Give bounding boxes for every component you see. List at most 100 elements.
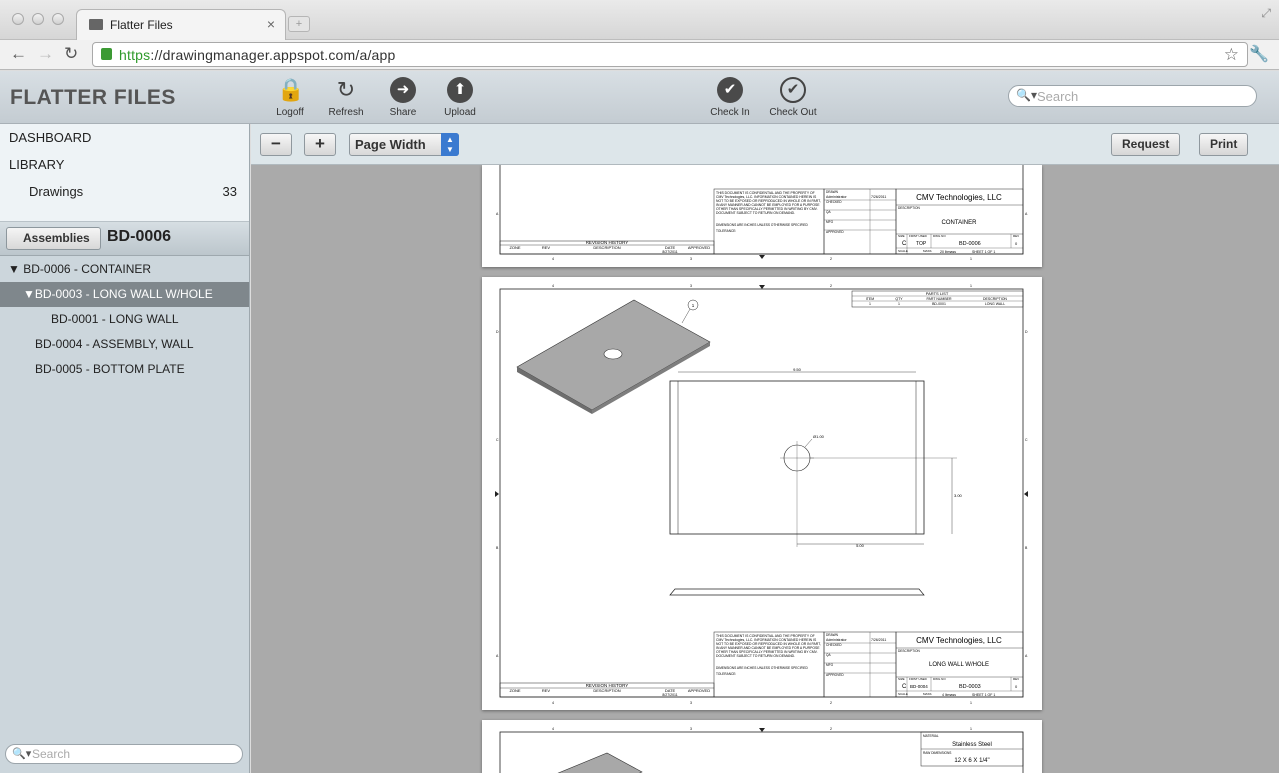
header-search-input[interactable]: 🔍▾ Search: [1008, 85, 1257, 107]
secure-lock-icon: [101, 48, 112, 60]
svg-text:DESCRIPTION: DESCRIPTION: [983, 297, 1007, 301]
svg-text:LONG WALL: LONG WALL: [985, 302, 1005, 306]
tree-node-selected[interactable]: ▼BD-0003 - LONG WALL W/HOLE: [0, 282, 249, 307]
sidebar-item-dashboard[interactable]: DASHBOARD: [9, 130, 91, 145]
svg-text:ZONE: ZONE: [509, 688, 520, 693]
tree-node[interactable]: ▼ BD-0006 - CONTAINER: [0, 257, 249, 282]
address-bar[interactable]: https://drawingmanager.appspot.com/a/app…: [92, 42, 1248, 67]
window-minimize-button[interactable]: [32, 13, 44, 25]
svg-text:QA: QA: [826, 210, 831, 214]
sidebar-item-drawings[interactable]: Drawings: [29, 184, 83, 199]
svg-text:1: 1: [970, 257, 972, 261]
svg-text:FIRST USED: FIRST USED: [909, 677, 928, 681]
svg-text:C: C: [902, 684, 907, 690]
logoff-button[interactable]: 🔒 Logoff: [260, 77, 320, 118]
drawing-viewer[interactable]: REVISION HISTORY ZONE REV DESCRIPTION DA…: [251, 165, 1279, 773]
svg-text:A: A: [1025, 212, 1028, 216]
sidebar-item-library[interactable]: LIBRARY: [9, 157, 64, 172]
zoom-mode-select[interactable]: Page Width ▲ ▼: [349, 133, 459, 156]
svg-text:DESCRIPTION: DESCRIPTION: [898, 206, 920, 210]
assemblies-back-button[interactable]: Assemblies: [6, 227, 101, 250]
svg-text:4: 4: [552, 701, 554, 705]
svg-text:0: 0: [1015, 241, 1018, 246]
new-tab-button[interactable]: +: [288, 16, 310, 32]
svg-text:QTY: QTY: [895, 297, 903, 301]
sidebar: DASHBOARD LIBRARY Drawings 33 Assemblies…: [0, 124, 250, 773]
zoom-in-button[interactable]: +: [304, 133, 336, 156]
svg-text:3: 3: [690, 727, 692, 731]
svg-text:1: 1: [970, 701, 972, 705]
tab-close-icon[interactable]: ×: [267, 16, 275, 32]
sheet-3-drawing: MATERIAL Stainless Steel RAW DIMENSIONS …: [499, 727, 1024, 773]
svg-text:CHECKED: CHECKED: [826, 643, 842, 647]
reload-icon[interactable]: ↻: [64, 44, 78, 64]
share-arrow-icon: ➜: [390, 77, 416, 103]
svg-text:DIMENSIONS ARE INCHES UNLESS O: DIMENSIONS ARE INCHES UNLESS OTHERWISE S…: [716, 666, 809, 670]
svg-text:2: 2: [830, 257, 832, 261]
share-button[interactable]: ➜ Share: [373, 77, 433, 118]
svg-text:4: 4: [552, 727, 554, 731]
svg-text:SIZE: SIZE: [898, 234, 905, 238]
forward-arrow-icon[interactable]: →: [37, 44, 54, 64]
svg-text:MATERIAL: MATERIAL: [923, 734, 939, 738]
svg-text:7/26/2011: 7/26/2011: [871, 195, 886, 199]
wrench-icon[interactable]: 🔧: [1249, 44, 1269, 64]
svg-text:Administrator: Administrator: [826, 638, 847, 642]
window-close-button[interactable]: [12, 13, 24, 25]
search-icon: 🔍▾: [12, 748, 32, 760]
fullscreen-icon[interactable]: ⤢: [1261, 6, 1271, 21]
bookmark-star-icon[interactable]: ☆: [1224, 45, 1239, 65]
svg-text:20 lbmass: 20 lbmass: [940, 250, 956, 254]
sidebar-search-input[interactable]: 🔍▾ Search: [5, 744, 243, 764]
window-zoom-button[interactable]: [52, 13, 64, 25]
drawing-sheet-1: REVISION HISTORY ZONE REV DESCRIPTION DA…: [482, 165, 1042, 267]
check-out-button[interactable]: ✔ Check Out: [763, 77, 823, 118]
svg-text:MFG: MFG: [826, 663, 834, 667]
browser-toolbar: ← → ↻ https://drawingmanager.appspot.com…: [0, 40, 1279, 70]
drawing-sheet-2: PARTS LIST ITEM QTY PART NUMBER DESCRIPT…: [482, 277, 1042, 710]
tab-title: Flatter Files: [110, 18, 173, 32]
browser-tab[interactable]: Flatter Files ×: [76, 9, 286, 40]
svg-text:2: 2: [830, 701, 832, 705]
svg-text:D: D: [1025, 330, 1028, 334]
print-button[interactable]: Print: [1199, 133, 1249, 156]
svg-text:1: 1: [970, 284, 972, 288]
svg-text:2: 2: [830, 284, 832, 288]
svg-text:BD-0003: BD-0003: [959, 684, 981, 690]
svg-text:12 X 6 X 1/4": 12 X 6 X 1/4": [954, 758, 989, 764]
tree-expand-icon[interactable]: ▼: [8, 262, 20, 276]
svg-text:2: 2: [830, 727, 832, 731]
svg-text:TOLERANCE:: TOLERANCE:: [716, 672, 736, 676]
zoom-out-button[interactable]: −: [260, 133, 292, 156]
upload-button[interactable]: ⬆ Upload: [430, 77, 490, 118]
svg-text:8/27/2011: 8/27/2011: [662, 693, 677, 697]
svg-text:4 lbmass: 4 lbmass: [942, 693, 956, 697]
svg-text:BD-0004: BD-0004: [910, 684, 928, 689]
svg-text:REV: REV: [542, 245, 551, 250]
svg-text:5.00: 5.00: [856, 543, 865, 548]
svg-text:7/26/2011: 7/26/2011: [871, 638, 886, 642]
svg-text:APPROVED: APPROVED: [826, 230, 844, 234]
check-in-button[interactable]: ✔ Check In: [700, 77, 760, 118]
sheet-1-drawing: REVISION HISTORY ZONE REV DESCRIPTION DA…: [496, 165, 1028, 261]
svg-text:APPROVED: APPROVED: [688, 245, 710, 250]
svg-text:ZONE: ZONE: [509, 245, 520, 250]
svg-text:C: C: [902, 241, 907, 247]
request-button[interactable]: Request: [1111, 133, 1181, 156]
tree-node[interactable]: BD-0001 - LONG WALL: [0, 307, 249, 332]
svg-text:BD-0001: BD-0001: [932, 302, 946, 306]
svg-text:TOLERANCE:: TOLERANCE:: [716, 229, 736, 233]
svg-text:B: B: [496, 546, 499, 550]
svg-text:DRAWN: DRAWN: [826, 633, 839, 637]
tree-node[interactable]: BD-0005 - BOTTOM PLATE: [0, 357, 249, 382]
refresh-button[interactable]: ↻ Refresh: [316, 77, 376, 118]
browser-tab-strip: Flatter Files × + ⤢: [0, 0, 1279, 40]
svg-text:DESCRIPTION: DESCRIPTION: [593, 245, 620, 250]
tree-expand-icon[interactable]: ▼: [23, 287, 35, 301]
svg-text:TOP: TOP: [916, 241, 927, 247]
back-arrow-icon[interactable]: ←: [10, 44, 27, 64]
tree-node[interactable]: BD-0004 - ASSEMBLY, WALL: [0, 332, 249, 357]
svg-text:APPROVED: APPROVED: [688, 688, 710, 693]
svg-text:C: C: [496, 438, 499, 442]
svg-text:ITEM: ITEM: [866, 297, 874, 301]
